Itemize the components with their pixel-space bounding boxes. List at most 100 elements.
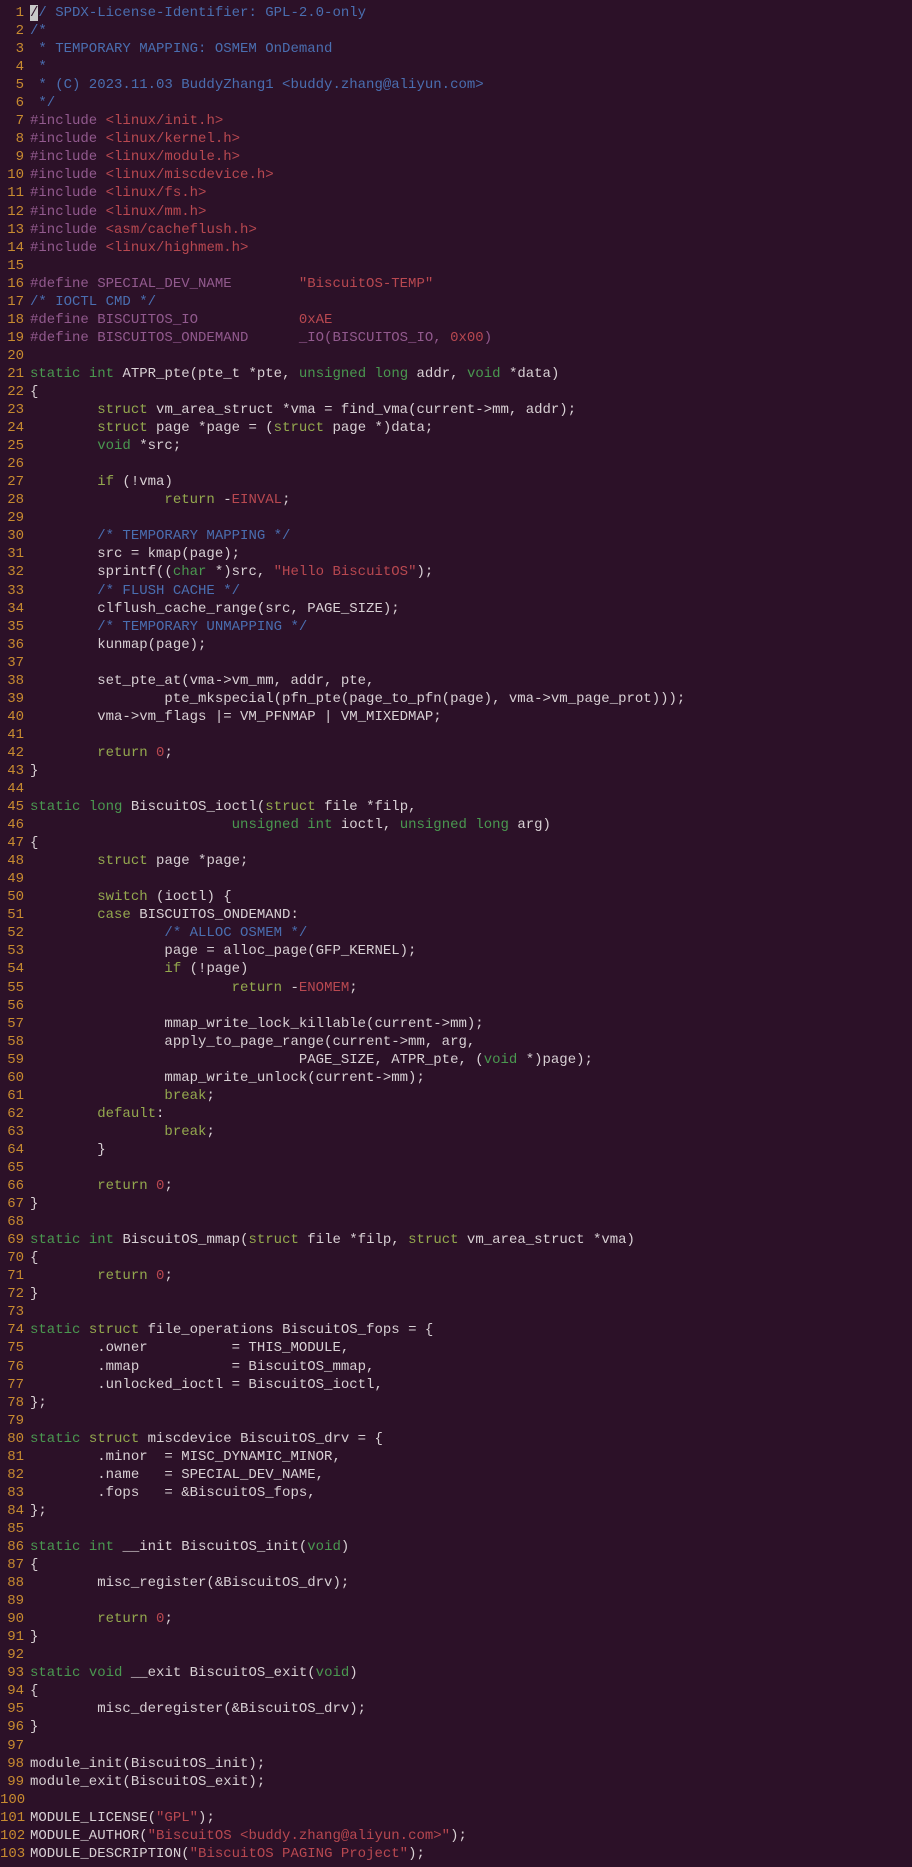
line-number: 40 [0,708,26,726]
token: if [97,474,114,490]
code-line: 62 default: [0,1105,912,1123]
line-number: 4 [0,58,26,76]
code-line: 60 mmap_write_unlock(current->mm); [0,1069,912,1087]
line-content [26,780,912,798]
token: return [232,980,282,996]
code-line: 66 return 0; [0,1177,912,1195]
token: "BiscuitOS <buddy.zhang@aliyun.com>" [148,1828,450,1844]
line-number: 80 [0,1430,26,1448]
token: } [30,1286,38,1302]
line-content: default: [26,1105,912,1123]
token: pte_mkspecial(pfn_pte(page_to_pfn(page),… [30,691,685,707]
line-content [26,1412,912,1430]
line-number: 83 [0,1484,26,1502]
line-content: return -EINVAL; [26,491,912,509]
code-line: 91} [0,1628,912,1646]
token: void [89,1665,123,1681]
token [30,492,164,508]
code-line: 15 [0,257,912,275]
line-number: 25 [0,437,26,455]
token: *data) [501,366,560,382]
token [30,402,97,418]
line-content: * [26,58,912,76]
token: return [164,492,214,508]
token [30,745,97,761]
token: static [30,1322,80,1338]
line-content: break; [26,1123,912,1141]
code-line: 45static long BiscuitOS_ioctl(struct fil… [0,798,912,816]
token: struct [97,420,147,436]
line-number: 5 [0,76,26,94]
line-number: 53 [0,942,26,960]
token: apply_to_page_range(current->mm, arg, [30,1034,475,1050]
line-number: 68 [0,1213,26,1231]
line-number: 98 [0,1755,26,1773]
line-number: 14 [0,239,26,257]
token: addr, [408,366,467,382]
line-number: 47 [0,834,26,852]
code-line: 86static int __init BiscuitOS_init(void) [0,1538,912,1556]
token: <asm/cacheflush.h> [106,222,257,238]
token: module_exit(BiscuitOS_exit); [30,1774,265,1790]
line-number: 59 [0,1051,26,1069]
code-line: 46 unsigned int ioctl, unsigned long arg… [0,816,912,834]
token: file_operations BiscuitOS_fops = { [139,1322,433,1338]
token [30,907,97,923]
token: <linux/miscdevice.h> [106,167,274,183]
line-content: if (!page) [26,960,912,978]
code-line: 72} [0,1285,912,1303]
code-line: 76 .mmap = BiscuitOS_mmap, [0,1358,912,1376]
line-content: .unlocked_ioctl = BiscuitOS_ioctl, [26,1376,912,1394]
token: ) [341,1539,349,1555]
line-number: 88 [0,1574,26,1592]
line-content: #define BISCUITOS_ONDEMAND _IO(BISCUITOS… [26,329,912,347]
line-content: } [26,762,912,780]
line-content: unsigned int ioctl, unsigned long arg) [26,816,912,834]
code-line: 1// SPDX-License-Identifier: GPL-2.0-onl… [0,4,912,22]
code-line: 47{ [0,834,912,852]
token: - [282,980,299,996]
code-line: 18#define BISCUITOS_IO 0xAE [0,311,912,329]
token: static [30,799,80,815]
line-content: MODULE_DESCRIPTION("BiscuitOS PAGING Pro… [26,1845,912,1863]
code-line: 12#include <linux/mm.h> [0,203,912,221]
line-number: 51 [0,906,26,924]
line-content: module_init(BiscuitOS_init); [26,1755,912,1773]
token: #include [30,222,106,238]
line-content [26,455,912,473]
line-number: 1 [0,4,26,22]
line-number: 86 [0,1538,26,1556]
line-number: 63 [0,1123,26,1141]
code-line: 28 return -EINVAL; [0,491,912,509]
token: unsigned [299,366,366,382]
line-content: { [26,834,912,852]
code-editor[interactable]: 1// SPDX-License-Identifier: GPL-2.0-onl… [0,4,912,1863]
line-number: 102 [0,1827,26,1845]
token: case [97,907,131,923]
line-number: 6 [0,94,26,112]
token [80,1232,88,1248]
code-line: 11#include <linux/fs.h> [0,184,912,202]
token: ) [349,1665,357,1681]
token: clflush_cache_range(src, PAGE_SIZE); [30,601,400,617]
line-content: /* ALLOC OSMEM */ [26,924,912,942]
code-line: 14#include <linux/highmem.h> [0,239,912,257]
line-number: 84 [0,1502,26,1520]
code-line: 92 [0,1646,912,1664]
token: } [30,1629,38,1645]
line-number: 69 [0,1231,26,1249]
token: } [30,1196,38,1212]
token: .unlocked_ioctl = BiscuitOS_ioctl, [30,1377,383,1393]
line-number: 49 [0,870,26,888]
line-content [26,1159,912,1177]
code-line: 101MODULE_LICENSE("GPL"); [0,1809,912,1827]
token: ; [164,1268,172,1284]
token: * [30,59,47,75]
line-content: src = kmap(page); [26,545,912,563]
line-number: 79 [0,1412,26,1430]
code-line: 80static struct miscdevice BiscuitOS_drv… [0,1430,912,1448]
token: / SPDX-License-Identifier: GPL-2.0-only [38,5,366,21]
line-content: MODULE_AUTHOR("BiscuitOS <buddy.zhang@al… [26,1827,912,1845]
code-line: 40 vma->vm_flags |= VM_PFNMAP | VM_MIXED… [0,708,912,726]
line-content [26,997,912,1015]
